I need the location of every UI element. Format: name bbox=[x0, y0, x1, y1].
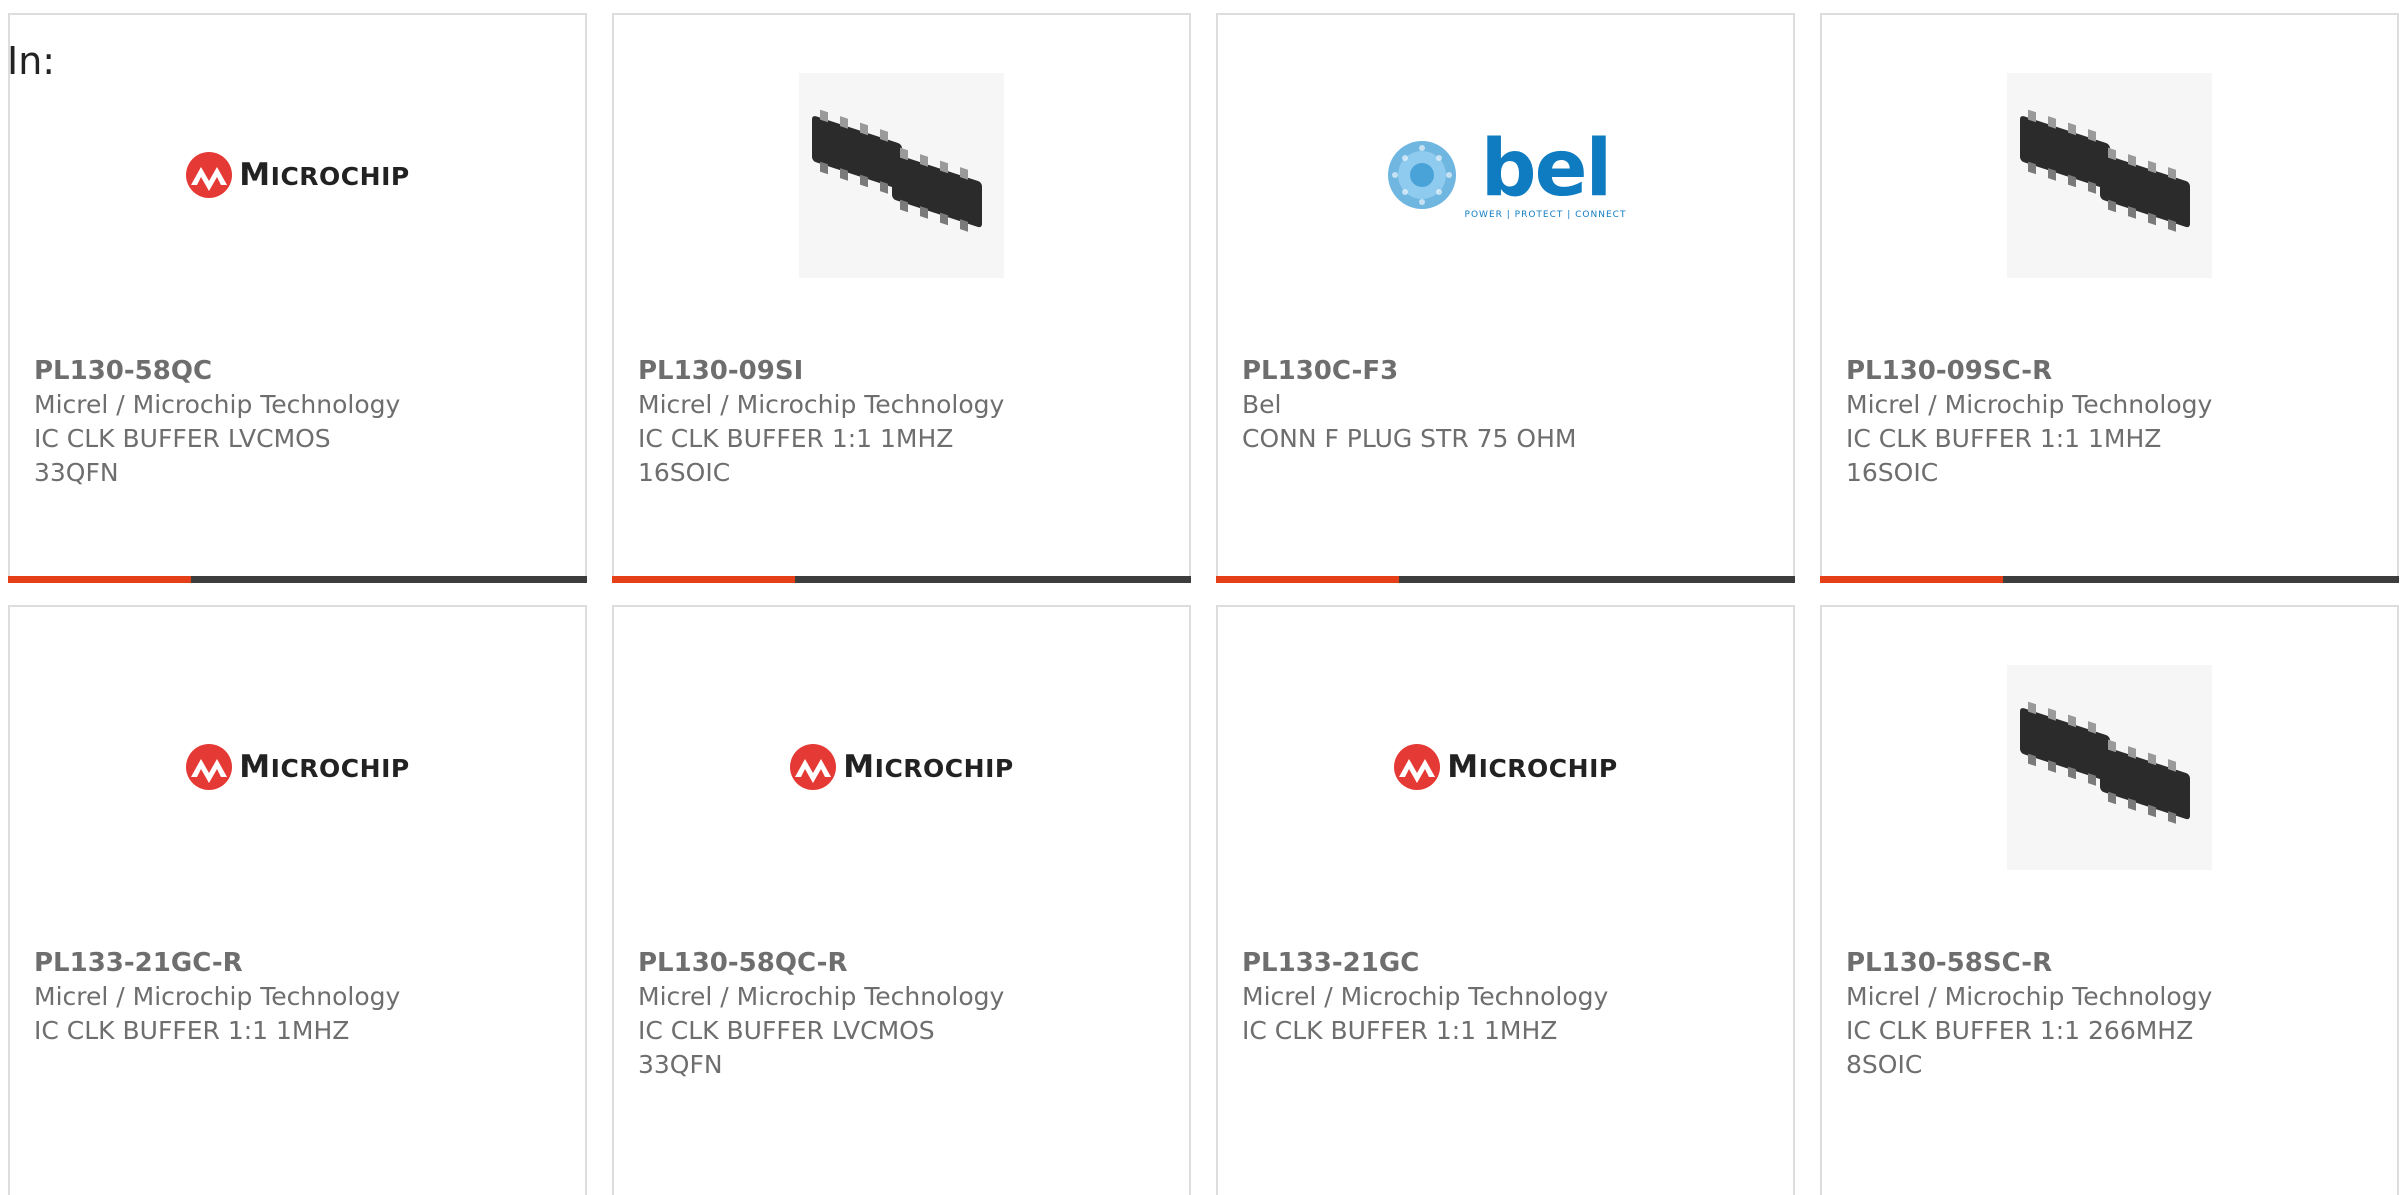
product-card[interactable]: MICROCHIP PL130-58QC-R Micrel / Microchi… bbox=[612, 605, 1191, 1195]
part-number-link[interactable]: PL130-58SC-R bbox=[1846, 946, 2366, 980]
manufacturer: Micrel / Microchip Technology bbox=[1846, 390, 2213, 419]
product-image bbox=[614, 70, 1189, 280]
card-bottom-bar bbox=[1216, 576, 1795, 583]
microchip-logo: MICROCHIP bbox=[789, 743, 1013, 791]
part-number-link[interactable]: PL130-09SC-R bbox=[1846, 354, 2366, 388]
card-bottom-bar bbox=[1820, 576, 2399, 583]
soic-chip-icon bbox=[2019, 109, 2190, 232]
card-accent bbox=[1820, 576, 2003, 583]
soic-chip-photo bbox=[799, 72, 1004, 278]
product-card[interactable]: PL130-09SC-R Micrel / Microchip Technolo… bbox=[1820, 13, 2399, 583]
part-number-link[interactable]: PL133-21GC-R bbox=[34, 946, 554, 980]
part-number-link[interactable]: PL133-21GC bbox=[1242, 946, 1762, 980]
product-grid: MICROCHIP PL130-58QC Micrel / Microchip … bbox=[8, 13, 2399, 1195]
part-number-link[interactable]: PL130-58QC-R bbox=[638, 946, 1158, 980]
microchip-logo: MICROCHIP bbox=[185, 151, 409, 199]
description: IC CLK BUFFER LVCMOS 33QFN bbox=[638, 1016, 935, 1079]
manufacturer: Micrel / Microchip Technology bbox=[1846, 982, 2213, 1011]
card-bottom-bar bbox=[8, 576, 587, 583]
manufacturer: Bel bbox=[1242, 390, 1282, 419]
microchip-logo-icon bbox=[186, 152, 233, 198]
bel-logo-tagline: POWER | PROTECT | CONNECT bbox=[1464, 210, 1627, 220]
product-card[interactable]: MICROCHIP PL133-21GC-R Micrel / Microchi… bbox=[8, 605, 587, 1195]
manufacturer: Micrel / Microchip Technology bbox=[638, 982, 1005, 1011]
soic-chip-photo bbox=[2007, 664, 2212, 870]
description: CONN F PLUG STR 75 OHM bbox=[1242, 424, 1577, 453]
part-number-link[interactable]: PL130-58QC bbox=[34, 354, 554, 388]
card-accent bbox=[1216, 576, 1399, 583]
microchip-logo: MICROCHIP bbox=[1393, 743, 1617, 791]
manufacturer: Micrel / Microchip Technology bbox=[34, 982, 401, 1011]
description: IC CLK BUFFER 1:1 266MHZ 8SOIC bbox=[1846, 1016, 2194, 1079]
product-image: MICROCHIP bbox=[614, 662, 1189, 872]
in-label: In: bbox=[7, 39, 56, 83]
microchip-logo-text: MICROCHIP bbox=[239, 749, 410, 785]
description: IC CLK BUFFER 1:1 1MHZ bbox=[1242, 1016, 1558, 1045]
microchip-logo: MICROCHIP bbox=[185, 743, 409, 791]
product-image: MICROCHIP bbox=[10, 662, 585, 872]
product-image bbox=[1822, 662, 2397, 872]
bel-logo: bel POWER | PROTECT | CONNECT bbox=[1385, 130, 1627, 220]
microchip-logo-text: MICROCHIP bbox=[239, 157, 410, 193]
soic-chip-icon bbox=[811, 109, 982, 232]
product-image bbox=[1822, 70, 2397, 280]
bel-globe-icon bbox=[1387, 141, 1456, 209]
product-card[interactable]: MICROCHIP PL133-21GC Micrel / Microchip … bbox=[1216, 605, 1795, 1195]
card-accent bbox=[612, 576, 795, 583]
soic-chip-icon bbox=[2019, 701, 2190, 824]
microchip-logo-text: MICROCHIP bbox=[843, 749, 1014, 785]
product-card[interactable]: bel POWER | PROTECT | CONNECT PL130C-F3 … bbox=[1216, 13, 1795, 583]
product-image: MICROCHIP bbox=[10, 70, 585, 280]
product-image: bel POWER | PROTECT | CONNECT bbox=[1218, 70, 1793, 280]
bel-logo-text: bel bbox=[1480, 124, 1612, 214]
description: IC CLK BUFFER 1:1 1MHZ 16SOIC bbox=[638, 424, 954, 487]
product-image: MICROCHIP bbox=[1218, 662, 1793, 872]
microchip-logo-icon bbox=[1394, 744, 1441, 790]
manufacturer: Micrel / Microchip Technology bbox=[34, 390, 401, 419]
description: IC CLK BUFFER LVCMOS 33QFN bbox=[34, 424, 331, 487]
soic-chip-photo bbox=[2007, 72, 2212, 278]
microchip-logo-icon bbox=[186, 744, 233, 790]
manufacturer: Micrel / Microchip Technology bbox=[1242, 982, 1609, 1011]
card-bottom-bar bbox=[612, 576, 1191, 583]
part-number-link[interactable]: PL130-09SI bbox=[638, 354, 1158, 388]
manufacturer: Micrel / Microchip Technology bbox=[638, 390, 1005, 419]
description: IC CLK BUFFER 1:1 1MHZ 16SOIC bbox=[1846, 424, 2162, 487]
part-number-link[interactable]: PL130C-F3 bbox=[1242, 354, 1762, 388]
card-accent bbox=[8, 576, 191, 583]
product-card[interactable]: PL130-58SC-R Micrel / Microchip Technolo… bbox=[1820, 605, 2399, 1195]
product-card[interactable]: PL130-09SI Micrel / Microchip Technology… bbox=[612, 13, 1191, 583]
description: IC CLK BUFFER 1:1 1MHZ bbox=[34, 1016, 350, 1045]
product-card[interactable]: MICROCHIP PL130-58QC Micrel / Microchip … bbox=[8, 13, 587, 583]
microchip-logo-icon bbox=[790, 744, 837, 790]
microchip-logo-text: MICROCHIP bbox=[1447, 749, 1618, 785]
